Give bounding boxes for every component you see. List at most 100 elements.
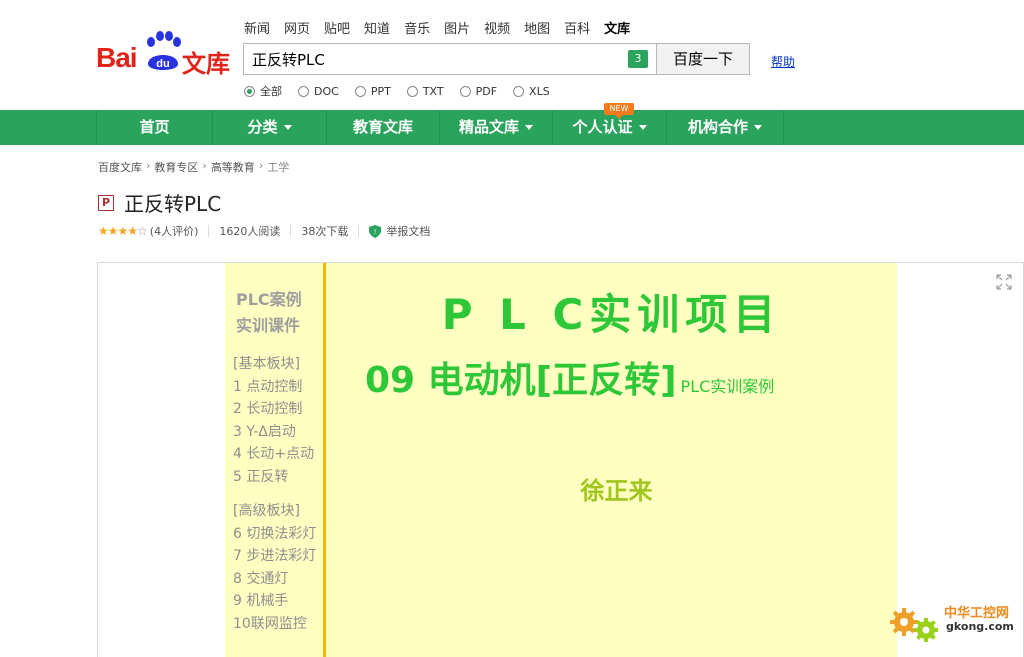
slide-author: 徐正来 — [580, 477, 653, 505]
caret-down-icon — [283, 125, 292, 130]
side-list-item: 10联网监控 — [233, 615, 307, 632]
radio-icon[interactable] — [406, 85, 418, 97]
filter-txt[interactable]: TXT — [406, 83, 444, 99]
topnav-map[interactable]: 地图 — [524, 18, 550, 37]
topnav-wenku[interactable]: 文库 — [604, 18, 630, 37]
breadcrumb-separator-icon: › — [146, 159, 151, 172]
radio-icon[interactable] — [298, 85, 309, 97]
breadcrumb-item[interactable]: 工学 — [267, 159, 289, 175]
fullscreen-expand-icon[interactable] — [996, 274, 1012, 290]
caret-down-icon — [638, 125, 647, 130]
nav-label: 精品文库 — [458, 118, 519, 136]
watermark-url: gkong.com — [946, 620, 1014, 633]
search-count-badge: 3 — [628, 50, 648, 68]
topnav-video[interactable]: 视频 — [484, 18, 510, 37]
search-button[interactable]: 百度一下 — [656, 43, 750, 75]
side-list-item: 2 长动控制 — [233, 401, 303, 417]
nav-label: 首页 — [139, 118, 170, 136]
logo-bai-text: Bai — [96, 42, 138, 73]
divider — [358, 225, 360, 237]
subtitle-text: 09 电动机[正反转] — [365, 360, 677, 401]
side-list-item: 6 切换法彩灯 — [233, 525, 317, 542]
divider — [208, 225, 210, 237]
side-list-item: 1 点动控制 — [233, 378, 303, 395]
shield-icon: ! — [369, 224, 382, 238]
filter-pdf[interactable]: PDF — [459, 83, 498, 99]
topnav-web[interactable]: 网页 — [284, 18, 310, 37]
nav-category[interactable]: 分类 — [213, 110, 327, 145]
filter-label: PPT — [370, 84, 391, 98]
nav-personal-cert[interactable]: 个人认证 — [553, 110, 667, 145]
breadcrumb-separator-icon: › — [258, 159, 264, 172]
breadcrumb: 百度文库 › 教育专区 › 高等教育 › 工学 — [98, 159, 289, 175]
filter-label: DOC — [314, 84, 339, 98]
new-badge: NEW — [604, 103, 634, 119]
breadcrumb-item[interactable]: 高等教育 — [211, 159, 255, 175]
side-list-item: 8 交通灯 — [233, 570, 289, 587]
report-link[interactable]: 举报文档 — [386, 223, 430, 239]
baidu-paw-icon: du — [147, 31, 181, 70]
filter-label: TXT — [422, 84, 444, 98]
radio-icon[interactable] — [244, 85, 255, 97]
logo-du-text: du — [156, 58, 169, 70]
side-list-item: 4 长动+点动 — [233, 446, 315, 462]
side-list-item: 9 机械手 — [233, 593, 289, 609]
read-count: 1620人阅读 — [219, 225, 281, 238]
filter-all[interactable]: 全部 — [244, 83, 282, 99]
watermark-cn: 中华工控网 — [944, 606, 1010, 621]
search-input[interactable] — [252, 49, 612, 69]
nav-premium[interactable]: 精品文库 — [440, 110, 553, 145]
slide-subtitle: 09 电动机[正反转] PLC实训案例 — [365, 351, 774, 403]
filter-ppt[interactable]: PPT — [354, 83, 391, 99]
nav-label: 教育文库 — [352, 118, 413, 136]
filter-label: XLS — [529, 84, 550, 98]
topnav-images[interactable]: 图片 — [444, 18, 470, 37]
filter-xls[interactable]: XLS — [513, 83, 550, 99]
gear-icon — [890, 608, 938, 642]
divider — [290, 225, 292, 237]
nav-label: 分类 — [247, 118, 278, 136]
main-nav: 首页 分类 教育文库 精品文库 个人认证 机构合作 — [0, 110, 1024, 145]
filter-label: PDF — [475, 84, 498, 98]
topnav-baike[interactable]: 百科 — [564, 18, 590, 37]
nav-label: 个人认证 — [572, 118, 633, 136]
caret-down-icon — [754, 125, 762, 130]
nav-label: 机构合作 — [687, 118, 748, 136]
radio-icon[interactable] — [459, 85, 471, 97]
slide-main-title: P L C实训项目 — [441, 290, 782, 339]
caret-down-icon — [525, 125, 533, 130]
rating-count[interactable]: (4人评价) — [150, 223, 199, 239]
filter-doc[interactable]: DOC — [298, 83, 339, 99]
svg-text:!: ! — [374, 228, 377, 236]
breadcrumb-separator-icon: › — [202, 159, 207, 172]
doc-meta: ★★★★☆ (4人评价) 1620人阅读 38次下载 ! 举报文档 — [98, 223, 430, 239]
gkong-watermark: 中华工控网 gkong.com — [886, 596, 1016, 652]
topnav-tieba[interactable]: 贴吧 — [324, 18, 350, 37]
baidu-wenku-logo[interactable]: Bai du 文库 — [96, 28, 232, 78]
doc-title: 正反转PLC — [124, 192, 222, 216]
side-title-line: 实训课件 — [236, 316, 301, 335]
page: Bai du 文库 新闻 网页 贴吧 知道 音乐 图片 视频 地图 百科 文库 … — [0, 0, 1024, 657]
breadcrumb-item[interactable]: 百度文库 — [98, 159, 142, 175]
side-section-header: [基本板块] — [233, 356, 300, 372]
topnav-zhidao[interactable]: 知道 — [364, 18, 390, 37]
side-list-item: 7 步进法彩灯 — [233, 548, 317, 564]
nav-institution[interactable]: 机构合作 — [667, 110, 784, 145]
nav-home[interactable]: 首页 — [96, 110, 213, 145]
top-nav: 新闻 网页 贴吧 知道 音乐 图片 视频 地图 百科 文库 — [244, 18, 644, 37]
slide-side-title: PLC案例 实训课件 — [236, 287, 320, 339]
nav-education[interactable]: 教育文库 — [327, 110, 440, 145]
radio-icon[interactable] — [354, 85, 366, 97]
slide-page: PLC案例 实训课件 [基本板块] 1 点动控制 2 长动控制 3 Y-Δ启动 … — [225, 263, 897, 657]
breadcrumb-item[interactable]: 教育专区 — [154, 159, 198, 175]
side-list-item: 3 Y-Δ启动 — [233, 423, 296, 440]
doc-header: P 正反转PLC — [98, 188, 221, 217]
ppt-file-icon: P — [98, 194, 114, 211]
help-link[interactable]: 帮助 — [771, 53, 795, 70]
search-box: 3 — [243, 43, 657, 75]
side-section-header: [高级板块] — [233, 503, 300, 519]
radio-icon[interactable] — [513, 85, 525, 97]
topnav-music[interactable]: 音乐 — [404, 18, 430, 37]
topnav-news[interactable]: 新闻 — [244, 18, 270, 37]
download-count: 38次下载 — [301, 225, 349, 238]
